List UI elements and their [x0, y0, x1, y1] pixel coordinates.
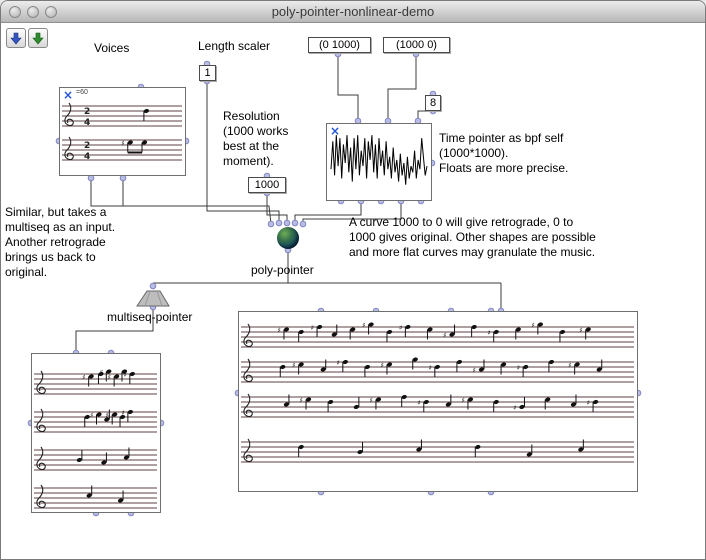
svg-text:♯: ♯	[362, 322, 365, 330]
green-down-arrow-icon	[31, 31, 45, 45]
svg-text:♯: ♯	[472, 367, 475, 375]
minimize-button[interactable]	[27, 6, 39, 18]
svg-text:♯: ♯	[90, 412, 93, 420]
app-window: poly-pointer-nonlinear-demo Voices Lengt…	[0, 0, 706, 560]
connection-port	[268, 221, 274, 227]
connection-port	[300, 221, 306, 227]
bpf-curve	[327, 124, 431, 200]
svg-text:♯: ♯	[461, 397, 464, 405]
score-editor-result-main[interactable]: ♯ ♯ ♯ ♯ ♯ ♯ ♯ ♯ ♯ ♯ ♯ ♯ ♯ ♯ ♯ ♯ ♯ ♯ ♯ ♯ ♯	[238, 311, 638, 492]
multiseq-pointer-node[interactable]	[133, 286, 173, 308]
svg-text:♯: ♯	[277, 327, 280, 335]
voices-label: Voices	[94, 41, 129, 56]
svg-text:♯: ♯	[531, 322, 534, 330]
score-notation: 2424♯	[60, 88, 185, 175]
bpf-editor[interactable]: ×	[326, 123, 432, 201]
patch-canvas[interactable]: Voices Length scaler Resolution (1000 wo…	[1, 23, 705, 559]
svg-text:4: 4	[84, 118, 90, 128]
connection-port	[276, 220, 282, 226]
time-pointer-note: Time pointer as bpf self (1000*1000). Fl…	[439, 131, 619, 176]
zoom-button[interactable]	[45, 6, 57, 18]
svg-text:♯: ♯	[513, 404, 516, 412]
multiseq-note: Similar, but takes a multiseq as an inpu…	[5, 205, 155, 280]
curve-note: A curve 1000 to 0 will give retrograde, …	[349, 215, 679, 260]
svg-text:♯: ♯	[428, 364, 431, 372]
score-editor-result-left[interactable]: ♯ ♯ ♯ ♯ ♯ ♯ ♯	[31, 353, 161, 513]
svg-text:♯: ♯	[417, 399, 420, 407]
load-patch-button[interactable]	[28, 28, 48, 48]
svg-text:♯: ♯	[311, 324, 314, 332]
svg-text:♯: ♯	[121, 140, 124, 148]
svg-text:♯: ♯	[380, 362, 383, 370]
resolution-value-box[interactable]: 1000	[248, 177, 286, 193]
svg-text:♯: ♯	[82, 374, 85, 382]
svg-text:♯: ♯	[292, 362, 295, 370]
svg-text:♯: ♯	[108, 374, 111, 382]
length-scaler-value-box[interactable]: 1	[199, 65, 216, 81]
svg-text:2: 2	[84, 107, 90, 117]
poly-pointer-node[interactable]	[277, 227, 299, 249]
list-box-1000-0[interactable]: (1000 0)	[383, 37, 450, 53]
list-box-0-1000[interactable]: (0 1000)	[308, 37, 371, 53]
svg-text:♯: ♯	[587, 399, 590, 407]
svg-text:4: 4	[84, 152, 90, 162]
selection-x-icon: ×	[63, 88, 73, 102]
multiseq-pointer-label: multiseq-pointer	[107, 310, 192, 324]
patch-wire	[267, 193, 287, 223]
svg-text:♯: ♯	[336, 359, 339, 367]
patch-wire	[338, 54, 358, 121]
svg-text:♯: ♯	[487, 329, 490, 337]
connection-port	[284, 220, 290, 226]
connection-port	[292, 220, 298, 226]
svg-text:♯: ♯	[443, 332, 446, 340]
upper-value-box[interactable]: 8	[425, 95, 441, 111]
svg-text:♯: ♯	[123, 371, 126, 379]
tempo-label: =60	[76, 89, 88, 96]
close-button[interactable]	[9, 6, 21, 18]
svg-text:♯: ♯	[517, 364, 520, 372]
svg-text:♯: ♯	[121, 409, 124, 417]
svg-text:♯: ♯	[568, 362, 571, 370]
patch-wire	[418, 111, 433, 121]
score-editor-voices[interactable]: × =60 2424♯	[59, 87, 186, 176]
blue-down-arrow-icon	[9, 31, 23, 45]
svg-text:♯: ♯	[300, 397, 303, 405]
svg-text:♯: ♯	[369, 397, 372, 405]
titlebar: poly-pointer-nonlinear-demo	[1, 1, 705, 23]
window-title: poly-pointer-nonlinear-demo	[1, 1, 705, 22]
svg-text:♯: ♯	[579, 327, 582, 335]
svg-text:♯: ♯	[106, 412, 109, 420]
selection-x-icon: ×	[330, 124, 340, 138]
resolution-note: Resolution (1000 works best at the momen…	[223, 109, 309, 169]
length-scaler-label: Length scaler	[198, 39, 270, 54]
score-notation: ♯ ♯ ♯ ♯ ♯ ♯ ♯ ♯ ♯ ♯ ♯ ♯ ♯ ♯ ♯ ♯ ♯ ♯ ♯ ♯ ♯	[239, 312, 637, 491]
save-patch-button[interactable]	[6, 28, 26, 48]
svg-text:2: 2	[84, 141, 90, 151]
svg-text:♯: ♯	[100, 369, 103, 377]
trapezoid-icon	[137, 291, 169, 306]
poly-pointer-label: poly-pointer	[251, 263, 314, 277]
score-notation: ♯ ♯ ♯ ♯ ♯ ♯ ♯	[32, 354, 160, 512]
patch-wire	[388, 54, 416, 121]
svg-text:♯: ♯	[399, 324, 402, 332]
